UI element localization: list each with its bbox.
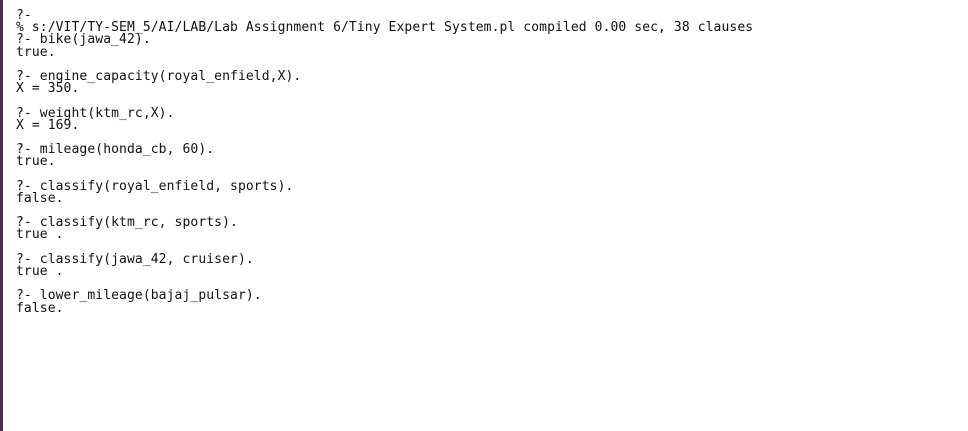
- query-line: ?- classify(jawa_42, cruiser).: [16, 251, 254, 267]
- result-line: false.: [16, 300, 64, 316]
- result-line: X = 169.: [16, 117, 80, 133]
- query-line: ?- classify(ktm_rc, sports).: [16, 215, 238, 231]
- result-line: true .: [16, 263, 64, 279]
- query-line: ?- engine_capacity(royal_enfield,X).: [16, 68, 302, 84]
- query-line: ?- mileage(honda_cb, 60).: [16, 142, 215, 158]
- prolog-console-window[interactable]: ?- % s:/VIT/TY-SEM_5/AI/LAB/Lab Assignme…: [0, 0, 968, 431]
- compile-message: % s:/VIT/TY-SEM_5/AI/LAB/Lab Assignment …: [16, 20, 754, 36]
- query-line: ?- weight(ktm_rc,X).: [16, 105, 175, 121]
- result-line: true.: [16, 44, 56, 60]
- console-output[interactable]: ?- % s:/VIT/TY-SEM_5/AI/LAB/Lab Assignme…: [16, 9, 964, 316]
- result-line: X = 350.: [16, 81, 80, 97]
- query-line: ?- bike(jawa_42).: [16, 32, 151, 48]
- result-line: false.: [16, 190, 64, 206]
- window-left-border: [0, 0, 3, 431]
- query-line: ?- classify(royal_enfield, sports).: [16, 178, 294, 194]
- query-line: ?- lower_mileage(bajaj_pulsar).: [16, 288, 262, 304]
- result-line: true .: [16, 227, 64, 243]
- result-line: true.: [16, 154, 56, 170]
